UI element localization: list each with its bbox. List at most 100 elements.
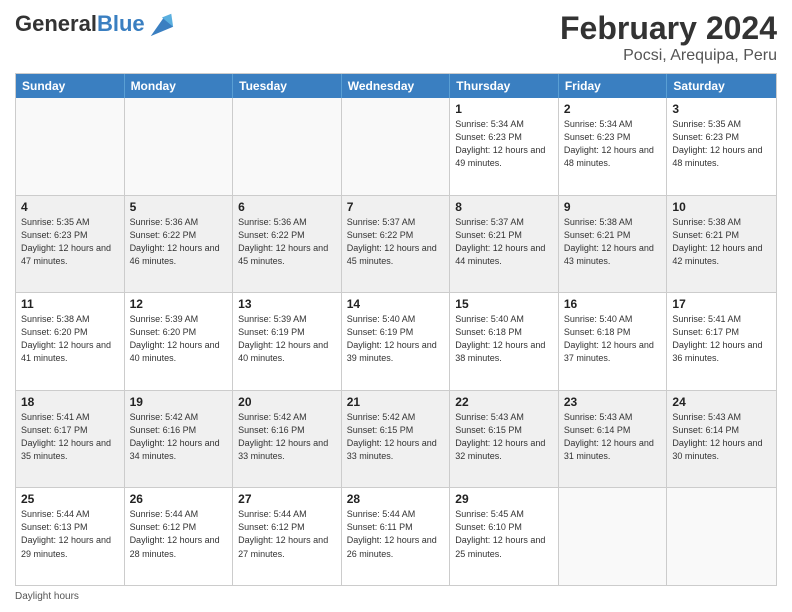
logo-general: GeneralBlue	[15, 13, 145, 35]
calendar-cell: 29 Sunrise: 5:45 AMSunset: 6:10 PMDayligh…	[450, 488, 559, 585]
day-info: Sunrise: 5:45 AMSunset: 6:10 PMDaylight:…	[455, 508, 553, 560]
calendar-row: 4 Sunrise: 5:35 AMSunset: 6:23 PMDaylight…	[16, 196, 776, 294]
day-info: Sunrise: 5:36 AMSunset: 6:22 PMDaylight:…	[130, 216, 228, 268]
day-number: 29	[455, 492, 553, 506]
calendar-cell: 23 Sunrise: 5:43 AMSunset: 6:14 PMDayligh…	[559, 391, 668, 488]
calendar-header: SundayMondayTuesdayWednesdayThursdayFrid…	[16, 74, 776, 98]
day-number: 10	[672, 200, 771, 214]
calendar-cell: 26Sunrise: 5:44 AMSunset: 6:12 PMDayligh…	[125, 488, 234, 585]
day-info: Sunrise: 5:37 AMSunset: 6:22 PMDaylight:…	[347, 216, 445, 268]
day-number: 4	[21, 200, 119, 214]
day-info: Sunrise: 5:38 AMSunset: 6:21 PMDaylight:…	[672, 216, 771, 268]
day-info: Sunrise: 5:42 AMSunset: 6:15 PMDaylight:…	[347, 411, 445, 463]
day-info: Sunrise: 5:40 AMSunset: 6:19 PMDaylight:…	[347, 313, 445, 365]
calendar-cell	[233, 98, 342, 195]
day-number: 8	[455, 200, 553, 214]
day-info: Sunrise: 5:44 AMSunset: 6:12 PMDaylight:…	[238, 508, 336, 560]
calendar-cell: 3 Sunrise: 5:35 AMSunset: 6:23 PMDaylight…	[667, 98, 776, 195]
calendar-cell: 5 Sunrise: 5:36 AMSunset: 6:22 PMDaylight…	[125, 196, 234, 293]
calendar-row: 1 Sunrise: 5:34 AMSunset: 6:23 PMDaylight…	[16, 98, 776, 196]
day-info: Sunrise: 5:35 AMSunset: 6:23 PMDaylight:…	[672, 118, 771, 170]
calendar-cell	[667, 488, 776, 585]
day-number: 16	[564, 297, 662, 311]
day-number: 17	[672, 297, 771, 311]
day-number: 11	[21, 297, 119, 311]
day-info: Sunrise: 5:44 AMSunset: 6:11 PMDaylight:…	[347, 508, 445, 560]
calendar-cell: 7 Sunrise: 5:37 AMSunset: 6:22 PMDaylight…	[342, 196, 451, 293]
calendar-body: 1 Sunrise: 5:34 AMSunset: 6:23 PMDaylight…	[16, 98, 776, 585]
calendar-cell	[559, 488, 668, 585]
calendar-cell	[125, 98, 234, 195]
calendar-row: 11 Sunrise: 5:38 AMSunset: 6:20 PMDayligh…	[16, 293, 776, 391]
calendar-cell: 24 Sunrise: 5:43 AMSunset: 6:14 PMDayligh…	[667, 391, 776, 488]
calendar-header-cell: Tuesday	[233, 74, 342, 98]
logo-icon	[147, 10, 175, 38]
calendar-cell: 19 Sunrise: 5:42 AMSunset: 6:16 PMDayligh…	[125, 391, 234, 488]
day-number: 3	[672, 102, 771, 116]
day-number: 6	[238, 200, 336, 214]
calendar-cell: 11 Sunrise: 5:38 AMSunset: 6:20 PMDayligh…	[16, 293, 125, 390]
day-number: 28	[347, 492, 445, 506]
day-info: Sunrise: 5:40 AMSunset: 6:18 PMDaylight:…	[564, 313, 662, 365]
calendar-header-cell: Friday	[559, 74, 668, 98]
day-number: 1	[455, 102, 553, 116]
calendar-cell: 9Sunrise: 5:38 AMSunset: 6:21 PMDaylight…	[559, 196, 668, 293]
day-number: 15	[455, 297, 553, 311]
day-info: Sunrise: 5:39 AMSunset: 6:19 PMDaylight:…	[238, 313, 336, 365]
day-number: 19	[130, 395, 228, 409]
day-info: Sunrise: 5:42 AMSunset: 6:16 PMDaylight:…	[238, 411, 336, 463]
calendar-cell: 4 Sunrise: 5:35 AMSunset: 6:23 PMDaylight…	[16, 196, 125, 293]
day-number: 20	[238, 395, 336, 409]
calendar-cell	[342, 98, 451, 195]
calendar-header-cell: Saturday	[667, 74, 776, 98]
day-info: Sunrise: 5:43 AMSunset: 6:14 PMDaylight:…	[564, 411, 662, 463]
day-info: Sunrise: 5:36 AMSunset: 6:22 PMDaylight:…	[238, 216, 336, 268]
day-number: 23	[564, 395, 662, 409]
main-title: February 2024	[560, 10, 777, 47]
day-info: Sunrise: 5:44 AMSunset: 6:13 PMDaylight:…	[21, 508, 119, 560]
calendar-cell: 15Sunrise: 5:40 AMSunset: 6:18 PMDayligh…	[450, 293, 559, 390]
calendar-row: 18 Sunrise: 5:41 AMSunset: 6:17 PMDayligh…	[16, 391, 776, 489]
calendar-cell: 16 Sunrise: 5:40 AMSunset: 6:18 PMDayligh…	[559, 293, 668, 390]
day-info: Sunrise: 5:44 AMSunset: 6:12 PMDaylight:…	[130, 508, 228, 560]
day-number: 12	[130, 297, 228, 311]
day-info: Sunrise: 5:43 AMSunset: 6:15 PMDaylight:…	[455, 411, 553, 463]
day-info: Sunrise: 5:38 AMSunset: 6:20 PMDaylight:…	[21, 313, 119, 365]
calendar-cell: 14 Sunrise: 5:40 AMSunset: 6:19 PMDayligh…	[342, 293, 451, 390]
day-info: Sunrise: 5:37 AMSunset: 6:21 PMDaylight:…	[455, 216, 553, 268]
calendar-cell: 18 Sunrise: 5:41 AMSunset: 6:17 PMDayligh…	[16, 391, 125, 488]
header: GeneralBlue February 2024 Pocsi, Arequip…	[15, 10, 777, 65]
day-number: 27	[238, 492, 336, 506]
day-info: Sunrise: 5:38 AMSunset: 6:21 PMDaylight:…	[564, 216, 662, 268]
footer: Daylight hours	[15, 591, 777, 602]
calendar-row: 25Sunrise: 5:44 AMSunset: 6:13 PMDayligh…	[16, 488, 776, 585]
day-number: 24	[672, 395, 771, 409]
calendar-header-cell: Wednesday	[342, 74, 451, 98]
calendar-cell: 12 Sunrise: 5:39 AMSunset: 6:20 PMDayligh…	[125, 293, 234, 390]
day-number: 5	[130, 200, 228, 214]
title-block: February 2024 Pocsi, Arequipa, Peru	[560, 10, 777, 65]
daylight-label: Daylight hours	[15, 591, 79, 602]
calendar-cell: 28 Sunrise: 5:44 AMSunset: 6:11 PMDayligh…	[342, 488, 451, 585]
day-number: 14	[347, 297, 445, 311]
calendar-cell: 10 Sunrise: 5:38 AMSunset: 6:21 PMDayligh…	[667, 196, 776, 293]
calendar-cell: 22 Sunrise: 5:43 AMSunset: 6:15 PMDayligh…	[450, 391, 559, 488]
day-number: 7	[347, 200, 445, 214]
day-info: Sunrise: 5:43 AMSunset: 6:14 PMDaylight:…	[672, 411, 771, 463]
calendar-cell: 2Sunrise: 5:34 AMSunset: 6:23 PMDaylight…	[559, 98, 668, 195]
day-info: Sunrise: 5:39 AMSunset: 6:20 PMDaylight:…	[130, 313, 228, 365]
calendar: SundayMondayTuesdayWednesdayThursdayFrid…	[15, 73, 777, 586]
day-info: Sunrise: 5:34 AMSunset: 6:23 PMDaylight:…	[564, 118, 662, 170]
day-info: Sunrise: 5:35 AMSunset: 6:23 PMDaylight:…	[21, 216, 119, 268]
calendar-cell: 17Sunrise: 5:41 AMSunset: 6:17 PMDayligh…	[667, 293, 776, 390]
page: GeneralBlue February 2024 Pocsi, Arequip…	[0, 0, 792, 612]
day-info: Sunrise: 5:42 AMSunset: 6:16 PMDaylight:…	[130, 411, 228, 463]
calendar-cell: 25Sunrise: 5:44 AMSunset: 6:13 PMDayligh…	[16, 488, 125, 585]
logo: GeneralBlue	[15, 10, 175, 38]
day-number: 22	[455, 395, 553, 409]
day-info: Sunrise: 5:34 AMSunset: 6:23 PMDaylight:…	[455, 118, 553, 170]
calendar-cell: 21Sunrise: 5:42 AMSunset: 6:15 PMDayligh…	[342, 391, 451, 488]
day-number: 18	[21, 395, 119, 409]
calendar-cell: 27 Sunrise: 5:44 AMSunset: 6:12 PMDayligh…	[233, 488, 342, 585]
day-info: Sunrise: 5:41 AMSunset: 6:17 PMDaylight:…	[21, 411, 119, 463]
